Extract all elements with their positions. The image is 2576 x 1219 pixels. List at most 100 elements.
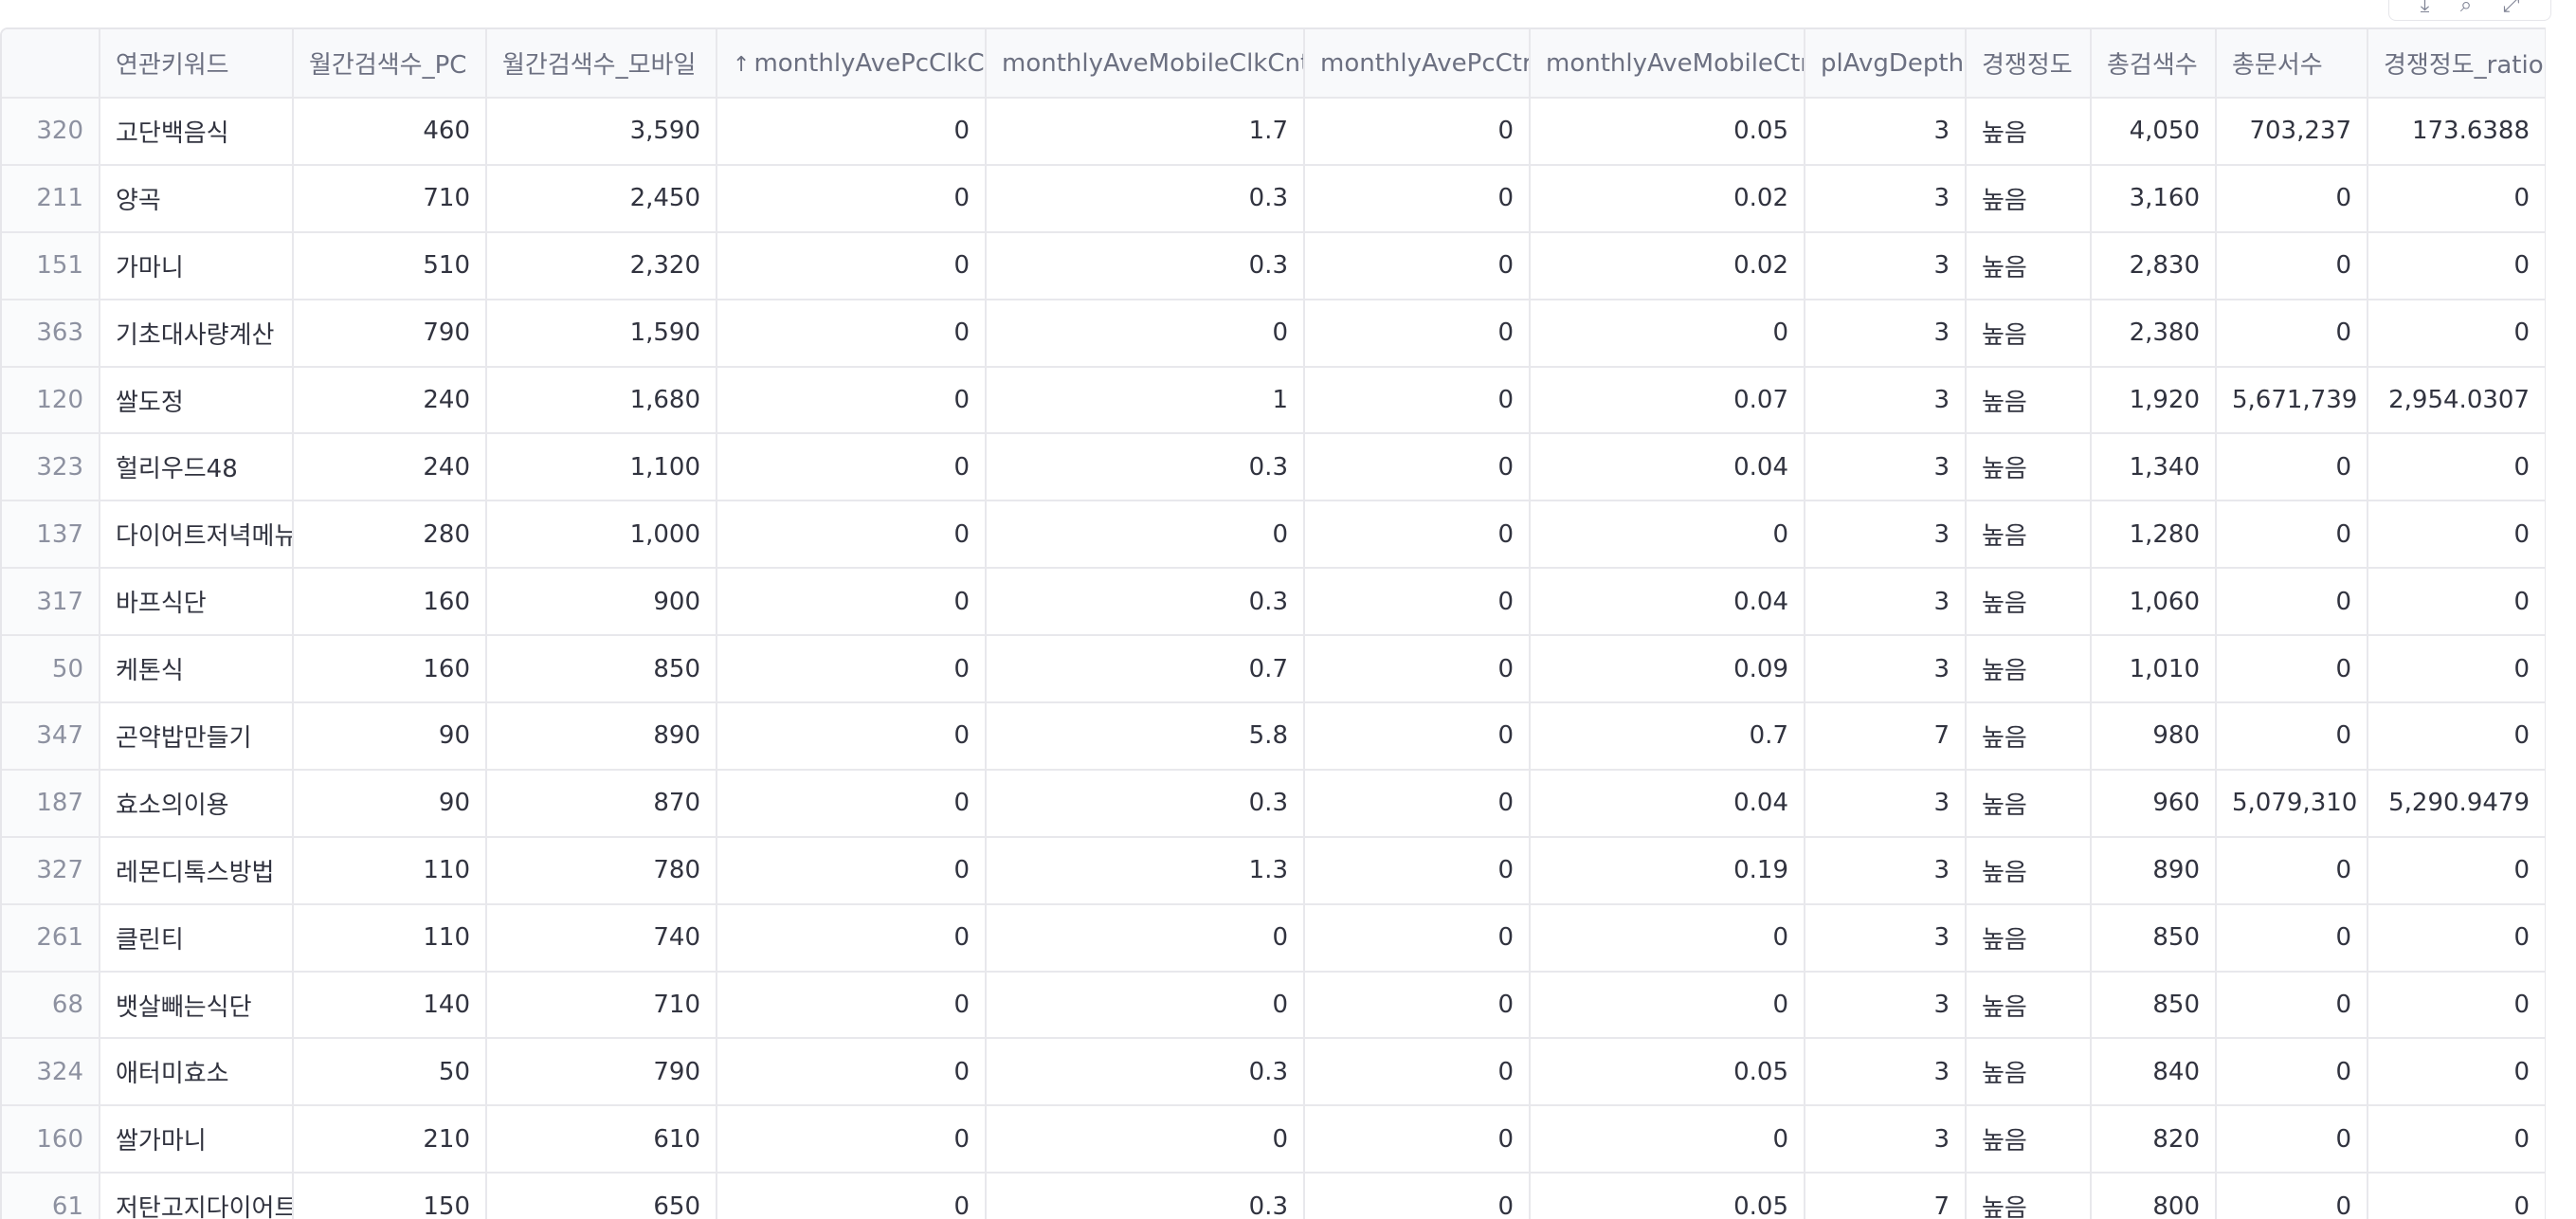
cell-pc[interactable]: 710 bbox=[293, 164, 487, 233]
cell-mobile[interactable]: 2,450 bbox=[486, 164, 717, 233]
column-header-pc-clk[interactable]: ↑ monthlyAvePcClkCnt bbox=[717, 29, 987, 99]
table-row[interactable]: 327 레몬디톡스방법 110 780 0 1.3 0 0.19 3 높음 890 0 0 bbox=[2, 836, 2546, 905]
column-header-mobile-clk[interactable]: monthlyAveMobileClkCnt bbox=[986, 29, 1305, 99]
cell-keyword[interactable]: 양곡 bbox=[100, 164, 294, 233]
table-row[interactable]: 324 애터미효소 50 790 0 0.3 0 0.05 3 높음 840 0 0 bbox=[2, 1038, 2546, 1107]
cell-pc-ctr[interactable]: 0 bbox=[1304, 903, 1531, 973]
cell-pc[interactable]: 160 bbox=[293, 568, 487, 637]
cell-keyword[interactable]: 레몬디톡스방법 bbox=[100, 836, 294, 905]
cell-ratio[interactable]: 0 bbox=[2367, 1173, 2546, 1219]
cell-mobile-ctr[interactable]: 0.04 bbox=[1530, 769, 1805, 838]
cell-depth[interactable]: 3 bbox=[1805, 500, 1967, 570]
cell-pc-ctr[interactable]: 0 bbox=[1304, 836, 1531, 905]
cell-depth[interactable]: 3 bbox=[1805, 164, 1967, 233]
cell-total[interactable]: 850 bbox=[2091, 971, 2217, 1040]
cell-ratio[interactable]: 0 bbox=[2367, 433, 2546, 502]
cell-pc-clk[interactable]: 0 bbox=[717, 971, 987, 1040]
cell-keyword[interactable]: 효소의이용 bbox=[100, 769, 294, 838]
cell-total[interactable]: 1,010 bbox=[2091, 635, 2217, 704]
column-header-pc[interactable]: 월간검색수_PC bbox=[293, 29, 487, 99]
cell-mobile-ctr[interactable]: 0.02 bbox=[1530, 164, 1805, 233]
cell-mobile[interactable]: 2,320 bbox=[486, 231, 717, 300]
cell-keyword[interactable]: 헐리우드48 bbox=[100, 433, 294, 502]
cell-depth[interactable]: 3 bbox=[1805, 1038, 1967, 1107]
table-row[interactable]: 317 바프식단 160 900 0 0.3 0 0.04 3 높음 1,060 0 0 bbox=[2, 568, 2546, 637]
cell-depth[interactable]: 3 bbox=[1805, 635, 1967, 704]
cell-mobile[interactable]: 610 bbox=[486, 1105, 717, 1174]
cell-docs[interactable]: 0 bbox=[2216, 500, 2368, 570]
row-index-cell[interactable]: 151 bbox=[2, 231, 100, 300]
cell-pc-ctr[interactable]: 0 bbox=[1304, 635, 1531, 704]
cell-ratio[interactable]: 0 bbox=[2367, 971, 2546, 1040]
table-row[interactable]: 68 뱃살빼는식단 140 710 0 0 0 0 3 높음 850 0 0 bbox=[2, 971, 2546, 1040]
table-row[interactable]: 61 저탄고지다이어트 150 650 0 0.3 0 0.05 7 높음 800 0 0 bbox=[2, 1173, 2546, 1219]
fullscreen-icon[interactable]: ⤢ bbox=[2503, 0, 2520, 17]
cell-keyword[interactable]: 고단백음식 bbox=[100, 98, 294, 166]
cell-comp[interactable]: 높음 bbox=[1966, 1173, 2092, 1219]
cell-docs[interactable]: 0 bbox=[2216, 1038, 2368, 1107]
cell-mobile-clk[interactable]: 0 bbox=[986, 903, 1305, 973]
cell-comp[interactable]: 높음 bbox=[1966, 299, 2092, 368]
cell-keyword[interactable]: 애터미효소 bbox=[100, 1038, 294, 1107]
cell-mobile-clk[interactable]: 1 bbox=[986, 366, 1305, 435]
cell-mobile-ctr[interactable]: 0 bbox=[1530, 971, 1805, 1040]
cell-docs[interactable]: 5,079,310 bbox=[2216, 769, 2368, 838]
cell-keyword[interactable]: 가마니 bbox=[100, 231, 294, 300]
column-header-ratio[interactable]: 경쟁정도_ratio bbox=[2367, 29, 2546, 99]
cell-mobile-clk[interactable]: 0 bbox=[986, 500, 1305, 570]
cell-mobile[interactable]: 1,590 bbox=[486, 299, 717, 368]
cell-mobile[interactable]: 850 bbox=[486, 635, 717, 704]
cell-comp[interactable]: 높음 bbox=[1966, 164, 2092, 233]
cell-mobile[interactable]: 710 bbox=[486, 971, 717, 1040]
table-row[interactable]: 120 쌀도정 240 1,680 0 1 0 0.07 3 높음 1,920 5,671,739 2,… bbox=[2, 366, 2546, 435]
row-index-cell[interactable]: 68 bbox=[2, 971, 100, 1040]
cell-mobile-clk[interactable]: 0.3 bbox=[986, 164, 1305, 233]
cell-mobile-ctr[interactable]: 0.09 bbox=[1530, 635, 1805, 704]
cell-ratio[interactable]: 0 bbox=[2367, 903, 2546, 973]
cell-mobile-clk[interactable]: 0 bbox=[986, 971, 1305, 1040]
cell-comp[interactable]: 높음 bbox=[1966, 568, 2092, 637]
cell-comp[interactable]: 높음 bbox=[1966, 231, 2092, 300]
cell-total[interactable]: 1,280 bbox=[2091, 500, 2217, 570]
cell-depth[interactable]: 3 bbox=[1805, 568, 1967, 637]
cell-docs[interactable]: 0 bbox=[2216, 568, 2368, 637]
cell-total[interactable]: 960 bbox=[2091, 769, 2217, 838]
row-index-cell[interactable]: 120 bbox=[2, 366, 100, 435]
cell-pc[interactable]: 460 bbox=[293, 98, 487, 166]
table-row[interactable]: 137 다이어트저녁메뉴 280 1,000 0 0 0 0 3 높음 1,280 0 0 bbox=[2, 500, 2546, 570]
cell-comp[interactable]: 높음 bbox=[1966, 971, 2092, 1040]
row-index-cell[interactable]: 137 bbox=[2, 500, 100, 570]
cell-keyword[interactable]: 바프식단 bbox=[100, 568, 294, 637]
cell-mobile-ctr[interactable]: 0.05 bbox=[1530, 98, 1805, 166]
cell-ratio[interactable]: 0 bbox=[2367, 1105, 2546, 1174]
cell-total[interactable]: 4,050 bbox=[2091, 98, 2217, 166]
cell-comp[interactable]: 높음 bbox=[1966, 903, 2092, 973]
cell-mobile-ctr[interactable]: 0.05 bbox=[1530, 1038, 1805, 1107]
cell-mobile-ctr[interactable]: 0.04 bbox=[1530, 433, 1805, 502]
table-row[interactable]: 151 가마니 510 2,320 0 0.3 0 0.02 3 높음 2,830 0 0 bbox=[2, 231, 2546, 300]
cell-pc-ctr[interactable]: 0 bbox=[1304, 231, 1531, 300]
cell-pc-clk[interactable]: 0 bbox=[717, 836, 987, 905]
cell-mobile-ctr[interactable]: 0.7 bbox=[1530, 702, 1805, 771]
cell-keyword[interactable]: 뱃살빼는식단 bbox=[100, 971, 294, 1040]
cell-depth[interactable]: 3 bbox=[1805, 98, 1967, 166]
cell-comp[interactable]: 높음 bbox=[1966, 1105, 2092, 1174]
cell-pc-clk[interactable]: 0 bbox=[717, 769, 987, 838]
cell-mobile-clk[interactable]: 0.3 bbox=[986, 231, 1305, 300]
cell-total[interactable]: 1,340 bbox=[2091, 433, 2217, 502]
cell-ratio[interactable]: 5,290.9479 bbox=[2367, 769, 2546, 838]
cell-ratio[interactable]: 0 bbox=[2367, 1038, 2546, 1107]
cell-pc-ctr[interactable]: 0 bbox=[1304, 1038, 1531, 1107]
cell-total[interactable]: 3,160 bbox=[2091, 164, 2217, 233]
cell-pc[interactable]: 110 bbox=[293, 903, 487, 973]
cell-depth[interactable]: 3 bbox=[1805, 433, 1967, 502]
cell-total[interactable]: 820 bbox=[2091, 1105, 2217, 1174]
cell-mobile[interactable]: 870 bbox=[486, 769, 717, 838]
cell-pc-clk[interactable]: 0 bbox=[717, 433, 987, 502]
cell-pc-ctr[interactable]: 0 bbox=[1304, 299, 1531, 368]
cell-pc-clk[interactable]: 0 bbox=[717, 231, 987, 300]
cell-docs[interactable]: 0 bbox=[2216, 702, 2368, 771]
cell-pc[interactable]: 90 bbox=[293, 702, 487, 771]
cell-keyword[interactable]: 케톤식 bbox=[100, 635, 294, 704]
cell-mobile-clk[interactable]: 0.7 bbox=[986, 635, 1305, 704]
